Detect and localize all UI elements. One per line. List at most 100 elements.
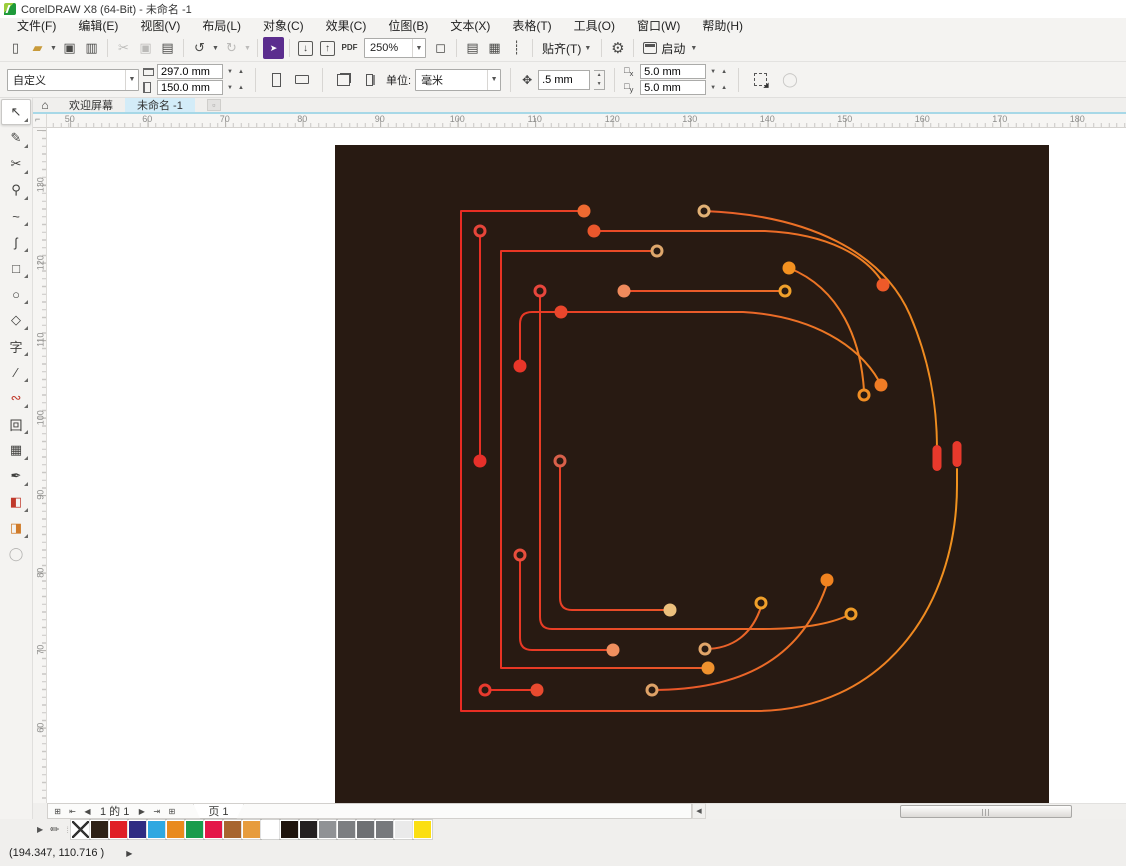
tab-untitled-1[interactable]: 未命名 -1 [125,98,195,112]
show-guidelines-button[interactable]: ┊ [506,37,527,59]
palette-flyout-arrow-icon[interactable]: ▶ [37,825,43,834]
tool-contour[interactable]: 回 [1,411,31,437]
tool-rectangle[interactable]: □ [1,255,31,281]
menu-item[interactable]: 工具(O) [563,18,626,35]
menu-item[interactable]: 对象(C) [252,18,315,35]
options-button[interactable]: ⚙ [607,37,628,59]
horizontal-ruler[interactable]: 50 60 70 80 90 100 110 120 130 140 150 160 170 180 [47,114,1126,128]
tool-artistic-media[interactable]: ʃ [1,229,31,255]
swatch-yellow[interactable] [411,819,433,840]
last-page-button[interactable]: ⇥ [149,805,164,818]
page-width-input[interactable] [157,64,223,79]
page-height-increase[interactable]: ▲ [236,80,246,95]
ruler-origin-button[interactable] [33,114,47,128]
page-height-input[interactable] [157,80,223,95]
swatch-gray-2[interactable] [335,819,357,840]
landscape-button[interactable] [291,69,313,91]
tool-freehand[interactable]: ~ [1,203,31,229]
drawing-page[interactable] [47,128,1126,803]
page-1-tab[interactable]: 页 1 [193,804,243,819]
scrollbar-track[interactable] [706,803,1126,819]
page-width-increase[interactable]: ▲ [236,64,246,79]
duplicate-x-increase[interactable]: ▲ [719,64,729,79]
swatch-orange[interactable] [164,819,186,840]
swatch-gray-4[interactable] [373,819,395,840]
home-icon[interactable]: ⌂ [33,98,57,112]
tool-connector[interactable]: ∾ [1,385,31,411]
menu-item[interactable]: 效果(C) [315,18,378,35]
previous-page-button[interactable]: ◀ [80,805,95,818]
tool-pick[interactable]: ↖ [1,99,31,125]
show-rulers-button[interactable]: ▤ [462,37,483,59]
menu-item[interactable]: 窗口(W) [626,18,691,35]
tool-transparency[interactable]: ▦ [1,437,31,463]
swatch-green[interactable] [183,819,205,840]
menu-item[interactable]: 视图(V) [129,18,191,35]
vertical-ruler[interactable]: 130 120 110 100 90 80 70 60 [33,128,47,803]
tool-ellipse[interactable]: ○ [1,281,31,307]
menu-item[interactable]: 布局(L) [191,18,252,35]
tool-text[interactable]: 字 [1,333,31,359]
swatch-brown[interactable] [221,819,243,840]
swatch-white[interactable] [259,819,281,840]
swatch-navy[interactable] [126,819,148,840]
next-page-button[interactable]: ▶ [134,805,149,818]
duplicate-y-input[interactable] [640,80,707,95]
tool-crop[interactable]: ✂ [1,151,31,177]
duplicate-y-decrease[interactable]: ▼ [708,80,718,95]
tool-outline[interactable]: ◯ [1,541,31,567]
page-preset-combo[interactable]: 自定义 ▼ [7,68,139,91]
redo-button[interactable]: ↻ [221,37,242,59]
tool-polygon[interactable]: ◇ [1,307,31,333]
swatch-near-black[interactable] [278,819,300,840]
nudge-offset-input[interactable] [538,69,591,90]
redo-dropdown[interactable]: ▼ [243,37,252,59]
menu-item[interactable]: 帮助(H) [691,18,754,35]
zoom-level-combo[interactable]: 250% ▼ [364,38,426,58]
menu-item[interactable]: 文件(F) [6,18,67,35]
scrollbar-thumb[interactable] [900,805,1072,818]
tool-eyedropper[interactable]: ✒ [1,463,31,489]
show-grid-button[interactable]: ▦ [484,37,505,59]
undo-dropdown[interactable]: ▼ [211,37,220,59]
menu-item[interactable]: 表格(T) [501,18,562,35]
copy-button[interactable]: ▣ [135,37,156,59]
swatch-crimson[interactable] [202,819,224,840]
palette-eyedropper-icon[interactable]: ✏ [50,823,59,836]
page-height-decrease[interactable]: ▼ [225,80,235,95]
undo-button[interactable]: ↺ [189,37,210,59]
portrait-button[interactable] [265,69,287,91]
swatch-no-color[interactable] [69,819,91,840]
add-page-before-button[interactable]: ⊞ [50,805,65,818]
swatch-gray-1[interactable] [316,819,338,840]
treat-as-filled-button[interactable] [748,68,772,92]
corel-connect-button[interactable]: ➤ [263,37,284,59]
menu-item[interactable]: 文本(X) [439,18,501,35]
duplicate-x-decrease[interactable]: ▼ [708,64,718,79]
fullscreen-preview-button[interactable]: ◻ [430,37,451,59]
export-button[interactable]: ↑ [317,37,338,59]
add-page-after-button[interactable]: ⊞ [164,805,179,818]
cut-button[interactable]: ✂ [113,37,134,59]
current-page-button[interactable] [358,69,380,91]
swatch-gray-3[interactable] [354,819,376,840]
nudge-stepper[interactable]: ▲ ▼ [594,69,606,90]
swatch-light-gray[interactable] [392,819,414,840]
snap-to-dropdown[interactable]: 贴齐(T) ▼ [538,37,596,59]
page-width-decrease[interactable]: ▼ [225,64,235,79]
open-button[interactable]: ▰ [27,37,48,59]
paste-button[interactable]: ▤ [157,37,178,59]
duplicate-y-increase[interactable]: ▲ [719,80,729,95]
swatch-cyan[interactable] [145,819,167,840]
swatch-dark-brown[interactable] [88,819,110,840]
new-document-tab-button[interactable]: ▫ [206,99,221,111]
launch-dropdown[interactable]: 启动 ▼ [639,37,702,59]
units-combo[interactable]: 毫米 ▼ [415,68,502,91]
swatch-red[interactable] [107,819,129,840]
print-button[interactable]: ▥ [81,37,102,59]
all-pages-button[interactable] [332,69,354,91]
swatch-black[interactable] [297,819,319,840]
publish-pdf-button[interactable]: PDF [339,37,360,59]
new-document-button[interactable]: ▯ [5,37,26,59]
first-page-button[interactable]: ⇤ [65,805,80,818]
